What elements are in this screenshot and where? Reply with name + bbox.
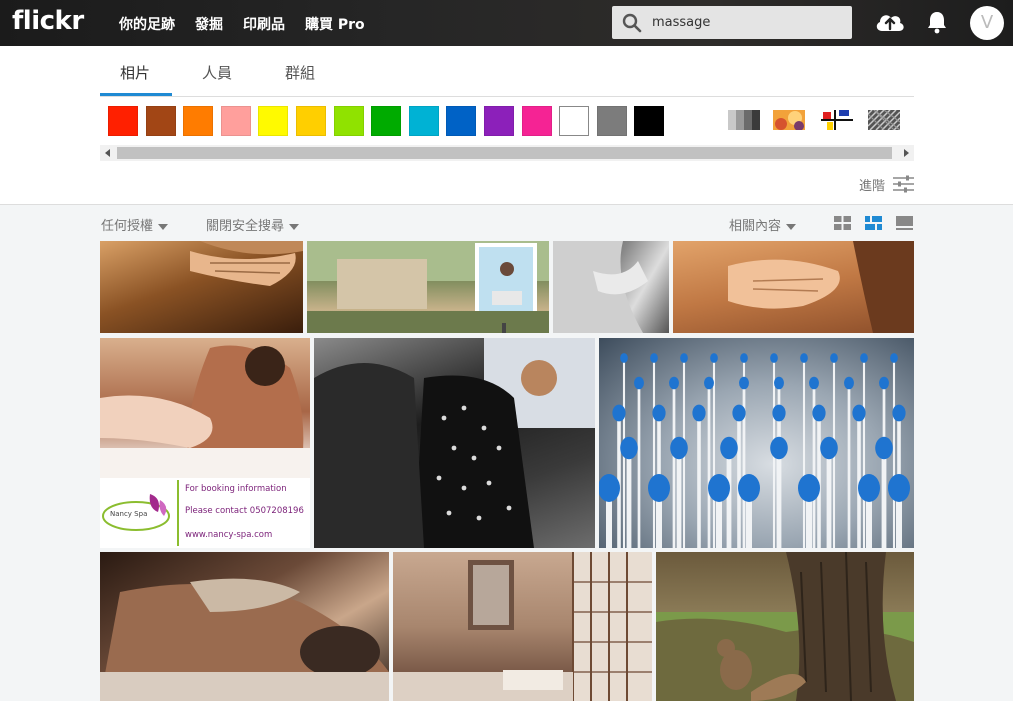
chevron-down-icon [786,223,797,230]
active-tab-indicator [100,93,172,96]
blue-pins-image [599,353,910,548]
sort-dropdown[interactable]: 相關內容 [729,215,797,234]
user-avatar[interactable]: V [970,6,1004,40]
pin-shape [704,376,714,548]
tab-photos[interactable]: 相片 [120,62,150,83]
search-icon[interactable] [622,13,642,33]
color-filter-scrollbar[interactable] [100,145,914,161]
spa-brand-name: Nancy Spa [110,510,148,518]
pattern-icon[interactable] [868,110,900,130]
spa-info-card: Nancy Spa For booking information Please… [100,478,310,548]
justified-view-icon[interactable] [865,216,882,230]
color-swatch-lime[interactable] [333,106,364,136]
search-type-tabs: 相片 人員 群組 [100,46,914,97]
results-filter-row: 任何授權 關閉安全搜尋 相關內容 [0,206,1013,240]
single-view-icon[interactable] [896,216,913,230]
chevron-down-icon [289,223,300,230]
spa-website-line: www.nancy-spa.com [185,530,273,540]
notifications-bell-icon[interactable] [926,10,948,34]
scroll-left-arrow-icon[interactable] [105,149,110,157]
color-swatch-gold[interactable] [296,106,326,136]
search-box[interactable] [612,6,852,39]
main-nav: 你的足跡 發掘 印刷品 購買 Pro [119,14,385,34]
license-label: 任何授權 [101,219,154,234]
tab-people[interactable]: 人員 [202,62,232,83]
pin-shape [634,376,644,548]
street-massage-billboard-image [307,241,549,333]
shoulder-massage-image [728,241,914,333]
sliders-icon[interactable] [893,175,914,193]
photo-spa-room[interactable] [393,552,652,701]
search-options-panel: 相片 人員 群組 進階 [0,46,1013,205]
scroll-right-arrow-icon[interactable] [904,149,909,157]
group-hug-image [314,338,595,548]
color-swatch-brown[interactable] [145,106,176,136]
minimalist-icon[interactable] [821,110,853,130]
pin-shape [648,474,670,548]
squirrel-tree-image [656,552,914,701]
photo-street-sign[interactable] [307,241,549,333]
sort-label: 相關內容 [729,219,782,234]
photo-lying-man[interactable] [100,552,389,701]
chevron-down-icon [158,223,169,230]
color-swatch-pink[interactable] [220,106,251,136]
pin-shape [820,436,838,548]
license-dropdown[interactable]: 任何授權 [101,215,169,234]
photo-nancy-spa[interactable]: Nancy Spa For booking information Please… [100,338,310,548]
color-swatch-teal[interactable] [408,106,439,136]
nav-prints[interactable]: 印刷品 [243,14,285,34]
pin-shape [692,404,706,548]
color-swatch-magenta[interactable] [521,106,552,136]
photo-shoulder-massage[interactable] [673,241,914,333]
advanced-search-link[interactable]: 進階 [859,175,885,194]
color-swatch-red[interactable] [108,106,138,136]
pin-shape [738,474,760,548]
color-swatch-orange[interactable] [183,106,214,136]
pin-shape [844,376,854,548]
flickr-logo[interactable]: flickr [12,6,84,36]
color-swatch-gray[interactable] [596,106,627,136]
photo-group-hug[interactable] [314,338,595,548]
pin-shape [770,436,788,548]
scrollbar-thumb[interactable] [117,147,892,159]
color-swatch-green[interactable] [371,106,402,136]
color-swatch-yellow[interactable] [258,106,289,136]
color-swatch-black[interactable] [634,106,665,136]
nav-explore[interactable]: 發掘 [195,14,223,34]
hands-on-back-image [190,241,303,286]
color-swatch-blue[interactable] [446,106,477,136]
photo-blue-pins[interactable] [599,338,914,548]
spa-booking-line: For booking information [185,484,287,494]
pin-shape [599,474,620,548]
photo-bw-neck[interactable] [553,241,669,333]
back-massage-image [100,345,310,478]
color-swatch-white[interactable] [559,106,590,136]
pin-shape [888,474,910,548]
safesearch-dropdown[interactable]: 關閉安全搜尋 [206,215,300,234]
top-navigation-bar: flickr 你的足跡 發掘 印刷品 購買 Pro V [0,0,1013,46]
pin-shape [620,436,638,548]
spa-card-divider [177,480,179,546]
search-input[interactable] [652,13,842,31]
upload-cloud-icon[interactable] [874,9,906,35]
pin-shape [858,474,880,548]
lying-man-image [100,578,389,701]
photo-squirrel[interactable] [656,552,914,701]
black-and-white-icon[interactable] [728,110,760,130]
bw-neck-massage-image [553,241,648,333]
photo-hands-back[interactable] [100,241,303,333]
tab-groups[interactable]: 群組 [285,62,315,83]
color-swatch-purple[interactable] [484,106,514,136]
spa-room-image [393,552,652,701]
nav-your-footprint[interactable]: 你的足跡 [119,14,175,34]
spa-contact-line: Please contact 0507208196 [185,506,304,516]
nav-get-pro[interactable]: 購買 Pro [305,14,365,34]
shallow-depth-icon[interactable] [773,110,805,130]
pin-shape [798,474,820,548]
safesearch-label: 關閉安全搜尋 [206,219,285,234]
grid-view-icon[interactable] [834,216,851,230]
